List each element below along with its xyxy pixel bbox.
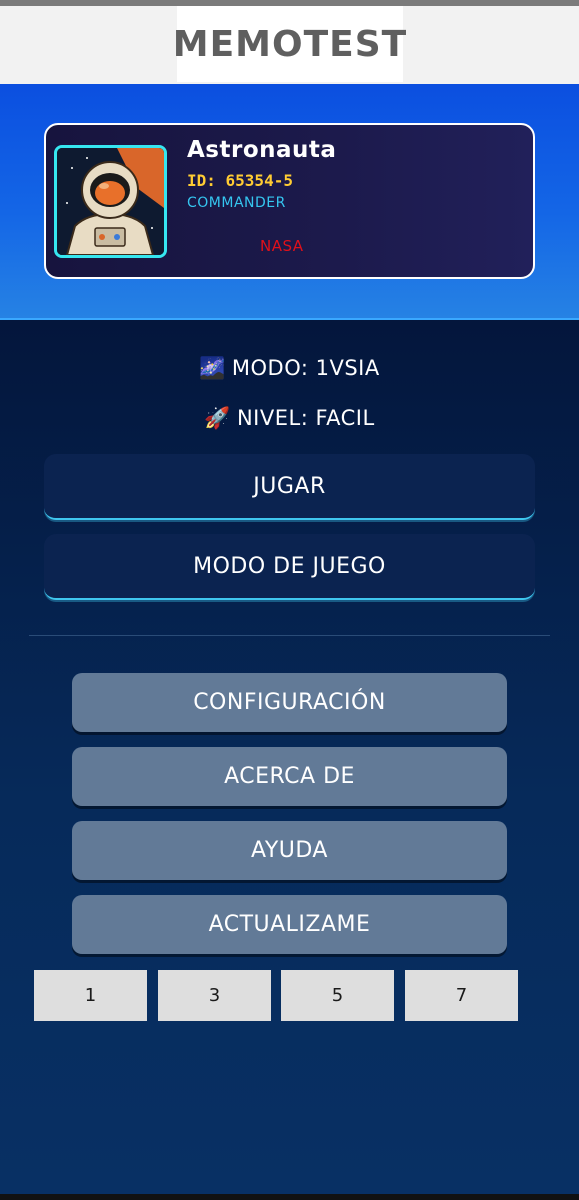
astronaut-avatar-icon: [54, 145, 167, 258]
galaxy-icon: 🌌: [199, 356, 226, 380]
mode-label: MODO: 1VSIA: [231, 356, 380, 380]
player-rank: COMMANDER: [187, 195, 286, 211]
app-header: MEMOTEST: [0, 6, 579, 84]
update-button[interactable]: ACTUALIZAME: [72, 895, 507, 954]
title-box: MEMOTEST: [173, 6, 406, 82]
main-menu: 🌌 MODO: 1VSIA 🚀 NIVEL: FACIL JUGAR MODO DE…: [0, 320, 579, 1194]
level-status: 🚀 NIVEL: FACIL: [0, 406, 579, 431]
profile-card: Astronauta ID: 65354-5 COMMANDER NASA: [44, 123, 535, 279]
game-mode-button[interactable]: MODO DE JUEGO: [44, 534, 535, 600]
mode-status: 🌌 MODO: 1VSIA: [0, 356, 579, 381]
divider: [29, 635, 550, 636]
app-title: MEMOTEST: [172, 23, 408, 65]
number-button-1[interactable]: 1: [34, 970, 147, 1021]
number-button-3[interactable]: 3: [158, 970, 271, 1021]
settings-button[interactable]: CONFIGURACIÓN: [72, 673, 507, 732]
play-button[interactable]: JUGAR: [44, 454, 535, 520]
help-button[interactable]: AYUDA: [72, 821, 507, 880]
navigation-bar-edge: [0, 1194, 579, 1200]
level-label: NIVEL: FACIL: [236, 406, 375, 430]
player-organization: NASA: [260, 237, 304, 255]
player-name: Astronauta: [187, 137, 337, 163]
rocket-icon: 🚀: [204, 406, 231, 430]
number-button-7[interactable]: 7: [405, 970, 518, 1021]
player-id: ID: 65354-5: [187, 171, 293, 190]
profile-section: Astronauta ID: 65354-5 COMMANDER NASA: [0, 84, 579, 320]
number-button-5[interactable]: 5: [281, 970, 394, 1021]
about-button[interactable]: ACERCA DE: [72, 747, 507, 806]
